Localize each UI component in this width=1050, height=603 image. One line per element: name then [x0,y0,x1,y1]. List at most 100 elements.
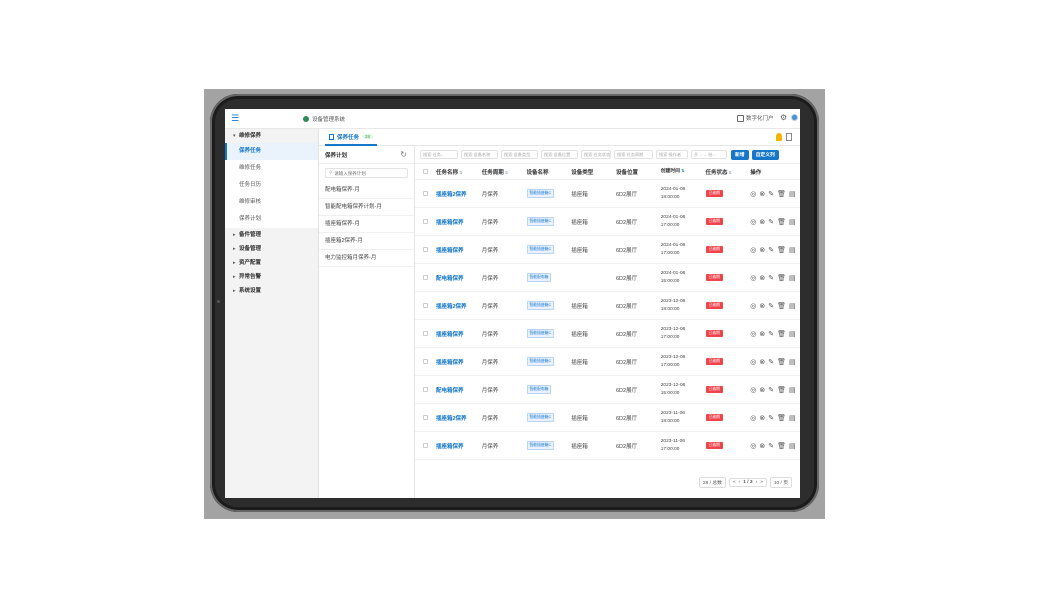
row-checkbox[interactable] [423,219,428,224]
cancel-icon[interactable]: ⊗ [759,190,765,198]
cancel-icon[interactable]: ⊗ [759,414,765,422]
edit-icon[interactable]: ✎ [768,274,774,282]
sidebar-group-alarms[interactable]: ▸ 异常告警 [225,270,318,284]
edit-icon[interactable]: ✎ [768,246,774,254]
last-page-icon[interactable]: » [760,480,763,485]
task-status-filter[interactable]: 搜索 任务状态 [581,150,611,159]
row-checkbox[interactable] [423,443,428,448]
task-name-link[interactable]: 插座箱2保养 [436,302,482,310]
report-icon[interactable]: ▤ [789,330,796,338]
cancel-icon[interactable]: ⊗ [759,386,765,394]
report-icon[interactable]: ▤ [789,274,796,282]
sidebar-item-task-calendar[interactable]: 任务日历 [225,177,318,194]
task-name-link[interactable]: 配电箱保养 [436,274,482,282]
view-icon[interactable]: ◎ [750,218,756,226]
user-avatar[interactable] [791,114,798,121]
notes-icon[interactable] [786,133,792,141]
first-page-icon[interactable]: « [733,480,736,485]
report-icon[interactable]: ▤ [789,386,796,394]
delete-icon[interactable]: 🗑 [777,386,786,394]
delete-icon[interactable]: 🗑 [777,330,786,338]
next-page-icon[interactable]: › [756,480,758,485]
task-name-link[interactable]: 插座箱保养 [436,330,482,338]
sidebar-group-devices[interactable]: ▸ 设备管理 [225,242,318,256]
plan-list-item[interactable]: 配电箱保养-月 [319,182,414,199]
plan-list-item[interactable]: 插座箱保养-月 [319,216,414,233]
row-checkbox[interactable] [423,247,428,252]
task-name-link[interactable]: 插座箱保养 [436,218,482,226]
edit-icon[interactable]: ✎ [768,358,774,366]
custom-columns-button[interactable]: 自定义列 [751,149,779,160]
view-icon[interactable]: ◎ [750,274,756,282]
plan-list-item[interactable]: 智能配电箱保养计划-月 [319,199,414,216]
edit-icon[interactable]: ✎ [768,190,774,198]
sidebar-item-maintenance-plan[interactable]: 保养计划 [225,211,318,228]
prev-page-icon[interactable]: ‹ [739,480,741,485]
column-header-created[interactable]: 创建时间⇅ [661,167,706,176]
device-name-filter[interactable]: 搜索 设备名称 [461,150,498,159]
edit-icon[interactable]: ✎ [768,414,774,422]
column-header-cycle[interactable]: 任务周期⇅ [482,168,527,176]
sidebar-group-spare-parts[interactable]: ▸ 备件管理 [225,228,318,242]
task-name-link[interactable]: 插座箱保养 [436,358,482,366]
plan-search-input[interactable] [334,170,395,176]
delete-icon[interactable]: 🗑 [777,246,786,254]
row-checkbox[interactable] [423,275,428,280]
edit-icon[interactable]: ✎ [768,218,774,226]
sidebar-item-repair-review[interactable]: 维修审核 [225,194,318,211]
delete-icon[interactable]: 🗑 [777,218,786,226]
edit-icon[interactable]: ✎ [768,442,774,450]
report-icon[interactable]: ▤ [789,358,796,366]
operator-filter[interactable]: 搜索 操作者 [656,150,688,159]
column-header-name[interactable]: 任务名称⇅ [436,168,482,176]
delete-icon[interactable]: 🗑 [777,274,786,282]
plan-list-item[interactable]: 插座箱2保养-月 [319,233,414,250]
view-icon[interactable]: ◎ [750,442,756,450]
task-name-link[interactable]: 配电箱保养 [436,386,482,394]
row-checkbox[interactable] [423,415,428,420]
sidebar-group-maintenance[interactable]: ▾ 维修保养 [225,129,318,143]
view-icon[interactable]: ◎ [750,246,756,254]
sidebar-group-system[interactable]: ▸ 系统设置 [225,284,318,298]
task-name-filter[interactable]: 搜索 任务... [420,150,458,159]
select-all-checkbox[interactable] [423,169,428,174]
portal-link[interactable]: 数字化门户 [737,114,774,122]
cancel-icon[interactable]: ⊗ [759,274,765,282]
report-icon[interactable]: ▤ [789,190,796,198]
settings-gear-icon[interactable]: ⚙ [780,113,787,122]
report-icon[interactable]: ▤ [789,218,796,226]
row-checkbox[interactable] [423,359,428,364]
task-name-link[interactable]: 插座箱2保养 [436,190,482,198]
delete-icon[interactable]: 🗑 [777,442,786,450]
bell-icon[interactable] [776,133,782,141]
date-range-filter[interactable]: 开... → 结... [691,150,727,159]
report-icon[interactable]: ▤ [789,414,796,422]
task-name-link[interactable]: 插座箱保养 [436,442,482,450]
cancel-icon[interactable]: ⊗ [759,442,765,450]
cancel-icon[interactable]: ⊗ [759,246,765,254]
task-cycle-filter[interactable]: 搜索 任务周期 [614,150,653,159]
row-checkbox[interactable] [423,331,428,336]
hamburger-menu-icon[interactable]: ☰ [231,114,239,123]
plan-list-item[interactable]: 电力监控箱月保养-月 [319,250,414,267]
cancel-icon[interactable]: ⊗ [759,218,765,226]
cancel-icon[interactable]: ⊗ [759,330,765,338]
cancel-icon[interactable]: ⊗ [759,302,765,310]
delete-icon[interactable]: 🗑 [777,414,786,422]
row-checkbox[interactable] [423,303,428,308]
view-icon[interactable]: ◎ [750,414,756,422]
device-type-filter[interactable]: 搜索 设备类型 [501,150,538,159]
row-checkbox[interactable] [423,191,428,196]
refresh-icon[interactable]: ↻ [400,150,407,159]
sidebar-item-repair-task[interactable]: 维修任务 [225,160,318,177]
task-name-link[interactable]: 插座箱2保养 [436,414,482,422]
device-location-filter[interactable]: 搜索 设备位置 [541,150,578,159]
tab-maintenance-task[interactable]: 保养任务 28 [325,129,378,146]
delete-icon[interactable]: 🗑 [777,358,786,366]
report-icon[interactable]: ▤ [789,302,796,310]
report-icon[interactable]: ▤ [789,246,796,254]
column-header-status[interactable]: 任务状态⇅ [706,168,751,176]
view-icon[interactable]: ◎ [750,330,756,338]
sidebar-group-assets[interactable]: ▸ 资产配置 [225,256,318,270]
delete-icon[interactable]: 🗑 [777,302,786,310]
